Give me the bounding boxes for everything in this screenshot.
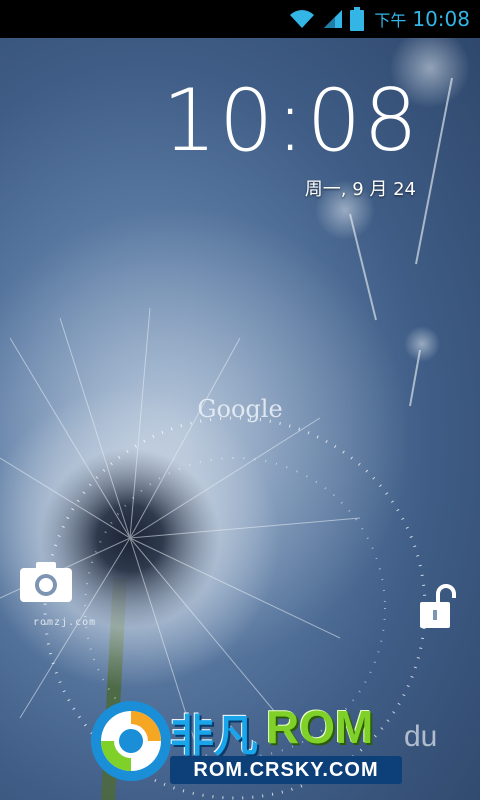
promo-brand-rom: ROM — [266, 701, 374, 753]
promo-url: ROM.CRSKY.COM — [170, 756, 402, 784]
status-time: 10:08 — [412, 7, 470, 31]
google-search-target[interactable]: Google — [190, 395, 290, 423]
promo-banner: 非凡 ROM ROM.CRSKY.COM du — [88, 692, 448, 792]
camera-target[interactable] — [18, 560, 74, 604]
lockscreen-clock: 10:08 — [162, 71, 420, 171]
status-ampm: 下午 — [374, 11, 407, 30]
camera-icon — [20, 562, 72, 602]
promo-brand-cn: 非凡 — [170, 711, 258, 762]
signal-icon — [322, 8, 344, 30]
unlock-icon — [420, 584, 456, 628]
watermark-romzj: romzj.com — [33, 617, 97, 628]
lockscreen-date: 周一, 9 月 24 — [304, 179, 416, 200]
unlock-target[interactable] — [418, 584, 456, 630]
crsky-logo-icon — [91, 701, 171, 781]
status-bar: 下午 10:08 — [0, 0, 480, 38]
wifi-icon — [288, 8, 316, 30]
battery-icon — [350, 7, 365, 31]
promo-tail-text: du — [404, 720, 438, 753]
